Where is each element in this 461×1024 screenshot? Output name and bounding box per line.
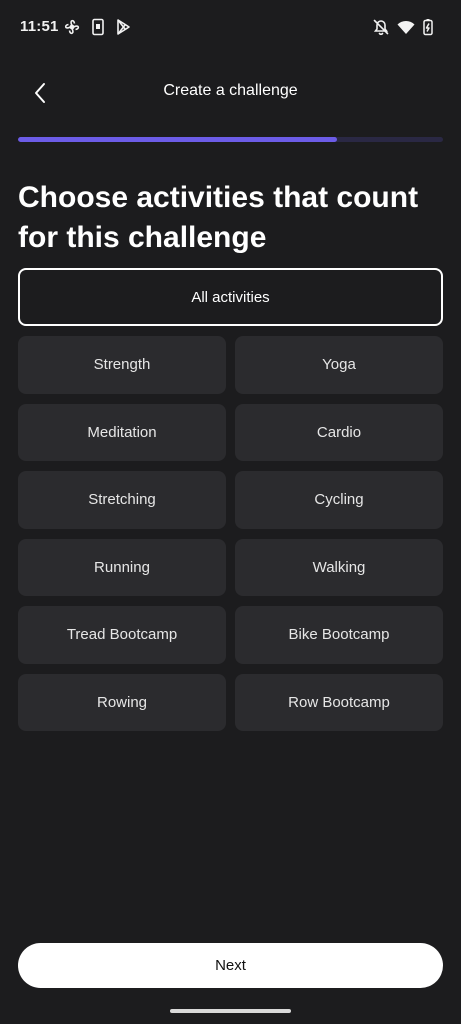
activity-chip-tread-bootcamp[interactable]: Tread Bootcamp	[18, 606, 226, 664]
activity-chip-stretching[interactable]: Stretching	[18, 471, 226, 529]
phone-notification-icon	[88, 17, 108, 37]
play-store-icon	[113, 17, 133, 37]
activity-chip-rowing[interactable]: Rowing	[18, 673, 226, 731]
all-activities-button[interactable]: All activities	[18, 268, 443, 326]
next-label: Next	[215, 957, 246, 974]
activity-label: Tread Bootcamp	[66, 626, 178, 644]
home-indicator[interactable]	[170, 1009, 291, 1013]
activity-label: Meditation	[87, 423, 157, 441]
fan-icon	[62, 17, 82, 37]
section-heading: Choose activities that count for this ch…	[18, 181, 419, 254]
battery-charging-icon	[418, 17, 438, 37]
activity-chip-bike-bootcamp[interactable]: Bike Bootcamp	[235, 606, 443, 664]
all-activities-label: All activities	[191, 288, 270, 306]
activity-chip-yoga[interactable]: Yoga	[235, 336, 443, 394]
status-time: 11:51	[20, 18, 59, 35]
progress-bar	[18, 137, 443, 142]
activity-label: Yoga	[322, 356, 356, 374]
activity-chip-row-bootcamp[interactable]: Row Bootcamp	[235, 673, 443, 731]
activity-label: Bike Bootcamp	[288, 626, 390, 644]
bell-off-icon	[371, 17, 391, 37]
activity-grid: Strength Yoga Meditation Cardio Stretchi…	[18, 336, 443, 731]
activity-label: Running	[94, 558, 150, 576]
activity-chip-walking[interactable]: Walking	[235, 538, 443, 596]
wifi-icon	[396, 17, 416, 37]
activity-chip-strength[interactable]: Strength	[18, 336, 226, 394]
activity-chip-cardio[interactable]: Cardio	[235, 403, 443, 461]
activity-label: Cycling	[314, 491, 364, 509]
activity-label: Stretching	[88, 491, 156, 509]
activity-label: Cardio	[316, 423, 362, 441]
activity-label: Strength	[93, 356, 151, 374]
activity-chip-cycling[interactable]: Cycling	[235, 471, 443, 529]
progress-bar-fill	[18, 137, 337, 142]
activity-chip-running[interactable]: Running	[18, 538, 226, 596]
activity-chip-meditation[interactable]: Meditation	[18, 403, 226, 461]
next-button[interactable]: Next	[18, 943, 443, 988]
activity-label: Walking	[312, 558, 366, 576]
activity-label: Rowing	[96, 693, 148, 711]
activity-label: Row Bootcamp	[288, 693, 390, 711]
status-bar: 11:51	[0, 0, 461, 56]
page-title: Create a challenge	[163, 82, 298, 99]
